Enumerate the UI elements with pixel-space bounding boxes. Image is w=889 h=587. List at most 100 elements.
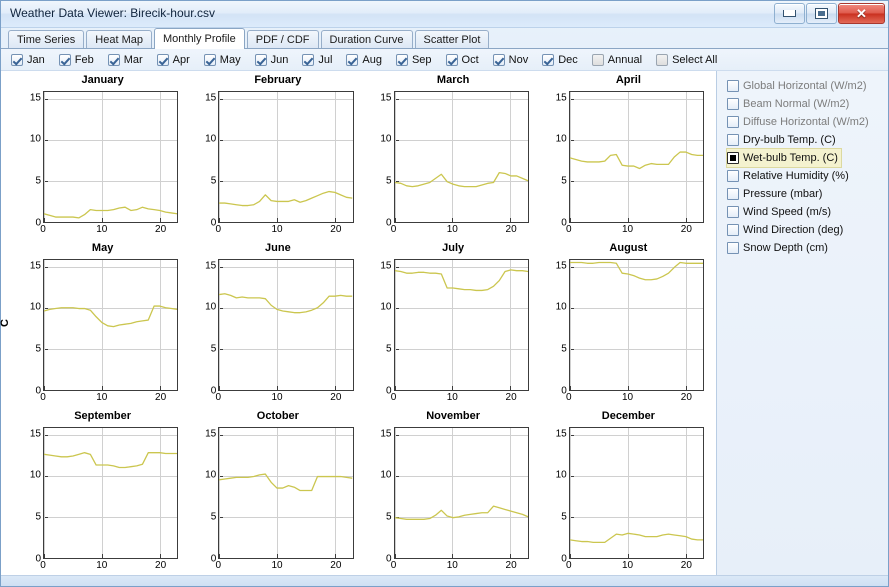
checkbox-icon: [254, 53, 267, 66]
y-tickmark: [570, 390, 574, 391]
tab-pdf-cdf[interactable]: PDF / CDF: [246, 30, 319, 48]
variable-checkbox-pressure-mbar[interactable]: Pressure (mbar): [727, 185, 882, 203]
chart-area[interactable]: 0 5 10 15 0 10 20: [366, 87, 541, 239]
tab-monthly-profile[interactable]: Monthly Profile: [153, 28, 245, 49]
month-checkbox-feb[interactable]: Feb: [58, 53, 94, 66]
chart-panel-title: December: [601, 410, 655, 422]
variable-checkbox-dry-bulb-temp-c[interactable]: Dry-bulb Temp. (C): [727, 131, 882, 149]
y-tick-label: 15: [380, 260, 392, 272]
chart-area[interactable]: 0 5 10 15 0 10 20: [366, 423, 541, 575]
y-tick-label: 15: [29, 260, 41, 272]
checkbox-icon: [58, 53, 71, 66]
chart-panel-title: January: [81, 74, 124, 86]
chart-area[interactable]: 0 5 10 15 0 10 20: [366, 255, 541, 407]
chart-panel-june: June 0 5 10 15 0 10 20: [190, 239, 365, 407]
month-checkbox-annual[interactable]: Annual: [591, 53, 642, 66]
month-checkbox-label: Jun: [270, 53, 289, 66]
y-tick-label: 5: [210, 511, 217, 523]
month-checkbox-may[interactable]: May: [203, 53, 241, 66]
chart-area[interactable]: 0 5 10 15 0 10 20: [15, 423, 190, 575]
x-tick-label: 20: [505, 560, 517, 571]
y-gridline: [44, 390, 177, 391]
month-checkbox-jul[interactable]: Jul: [302, 53, 332, 66]
x-tick-label: 0: [40, 392, 46, 403]
x-tick-label: 10: [621, 224, 634, 235]
y-tickmark: [219, 390, 223, 391]
x-tick-label: 20: [330, 560, 342, 571]
month-checkbox-label: Feb: [74, 53, 94, 66]
variable-checkbox-snow-depth-cm[interactable]: Snow Depth (cm): [727, 239, 882, 257]
month-checkbox-aug[interactable]: Aug: [346, 53, 382, 66]
variable-checkbox-wind-direction-deg[interactable]: Wind Direction (deg): [727, 221, 882, 239]
chart-area[interactable]: 0 5 10 15 0 10 20: [190, 255, 365, 407]
chart-area[interactable]: 0 5 10 15 0 10 20: [190, 423, 365, 575]
chart-panel-title: April: [615, 74, 641, 86]
checkbox-icon: [542, 53, 555, 66]
chart-area[interactable]: 0 5 10 15 0 10 20: [541, 255, 716, 407]
month-checkbox-jun[interactable]: Jun: [254, 53, 289, 66]
y-gridline: [395, 558, 528, 559]
series-line: [44, 260, 177, 390]
minimize-button[interactable]: [774, 3, 805, 24]
x-tick-label: 10: [446, 392, 458, 403]
plot-frame: [43, 427, 179, 559]
chart-panel-april: April 0 5 10 15 0 10 20: [541, 71, 716, 239]
month-checkbox-apr[interactable]: Apr: [156, 53, 190, 66]
chart-area[interactable]: 0 5 10 15 0 10 20: [190, 87, 365, 239]
tab-heat-map[interactable]: Heat Map: [86, 30, 152, 48]
x-tick-label: 0: [565, 224, 572, 235]
variable-checkbox-beam-normal-w-m2[interactable]: Beam Normal (W/m2): [727, 95, 882, 113]
tab-scatter-plot[interactable]: Scatter Plot: [414, 30, 490, 48]
checkbox-icon: [727, 188, 739, 200]
x-tick-label: 20: [680, 560, 692, 571]
chart-area[interactable]: 0 5 10 15 0 10 20: [15, 87, 190, 239]
month-checkbox-oct[interactable]: Oct: [445, 53, 479, 66]
variable-checkbox-wet-bulb-temp-c[interactable]: Wet-bulb Temp. (C): [726, 148, 842, 168]
x-tick-label: 10: [621, 560, 634, 571]
chart-area[interactable]: 0 5 10 15 0 10 20: [15, 255, 190, 407]
x-tick-label: 10: [271, 560, 283, 571]
y-tick-label: 10: [380, 133, 392, 145]
y-tick-label: 5: [35, 343, 41, 355]
checkbox-icon: [346, 53, 359, 66]
x-tick-label: 20: [330, 392, 342, 403]
chart-panel-title: November: [426, 410, 481, 422]
month-checkbox-label: Select All: [672, 53, 718, 66]
tab-time-series[interactable]: Time Series: [8, 30, 85, 48]
month-checkbox-mar[interactable]: Mar: [107, 53, 143, 66]
x-tick-label: 10: [446, 560, 458, 571]
variable-checkbox-wind-speed-m-s[interactable]: Wind Speed (m/s): [727, 203, 882, 221]
month-checkbox-nov[interactable]: Nov: [492, 53, 528, 66]
month-checkbox-sep[interactable]: Sep: [395, 53, 432, 66]
month-checkbox-select-all[interactable]: Select All: [656, 53, 718, 66]
series-line: [395, 428, 528, 558]
x-tick-label: 10: [446, 224, 458, 235]
y-tickmark: [44, 222, 48, 223]
x-tick-label: 0: [565, 560, 572, 571]
series-line: [219, 428, 352, 558]
chart-panel-may: May 0 5 10 15 0 10 20: [15, 239, 190, 407]
y-gridline: [219, 390, 352, 391]
chart-panel-august: August 0 5 10 15 0 10 20: [541, 239, 716, 407]
close-button[interactable]: ✕: [838, 3, 885, 24]
month-checkbox-label: Mar: [123, 53, 143, 66]
plot-frame: [393, 259, 529, 391]
x-tick-label: 20: [505, 224, 517, 235]
y-tick-label: 15: [380, 92, 392, 104]
y-tick-label: 10: [205, 469, 217, 481]
y-tick-label: 15: [555, 428, 567, 440]
chart-area[interactable]: 0 5 10 15 0 10 20: [541, 87, 716, 239]
tab-duration-curve[interactable]: Duration Curve: [320, 30, 413, 48]
month-checkbox-dec[interactable]: Dec: [542, 53, 578, 66]
chart-panel-february: February 0 5 10 15 0 10 20: [190, 71, 365, 239]
variable-checkbox-diffuse-horizontal-w-m2[interactable]: Diffuse Horizontal (W/m2): [727, 113, 882, 131]
month-checkbox-jan[interactable]: Jan: [11, 53, 45, 66]
variable-selection-panel: Global Horizontal (W/m2) Beam Normal (W/m…: [716, 71, 888, 575]
variable-checkbox-relative-humidity[interactable]: Relative Humidity (%): [727, 167, 882, 185]
maximize-button[interactable]: [806, 3, 837, 24]
y-tick-label: 10: [380, 301, 392, 313]
series-line: [570, 92, 703, 222]
y-tick-label: 10: [29, 133, 41, 145]
variable-checkbox-global-horizontal-w-m2[interactable]: Global Horizontal (W/m2): [727, 77, 882, 95]
chart-area[interactable]: 0 5 10 15 0 10 20: [541, 423, 716, 575]
